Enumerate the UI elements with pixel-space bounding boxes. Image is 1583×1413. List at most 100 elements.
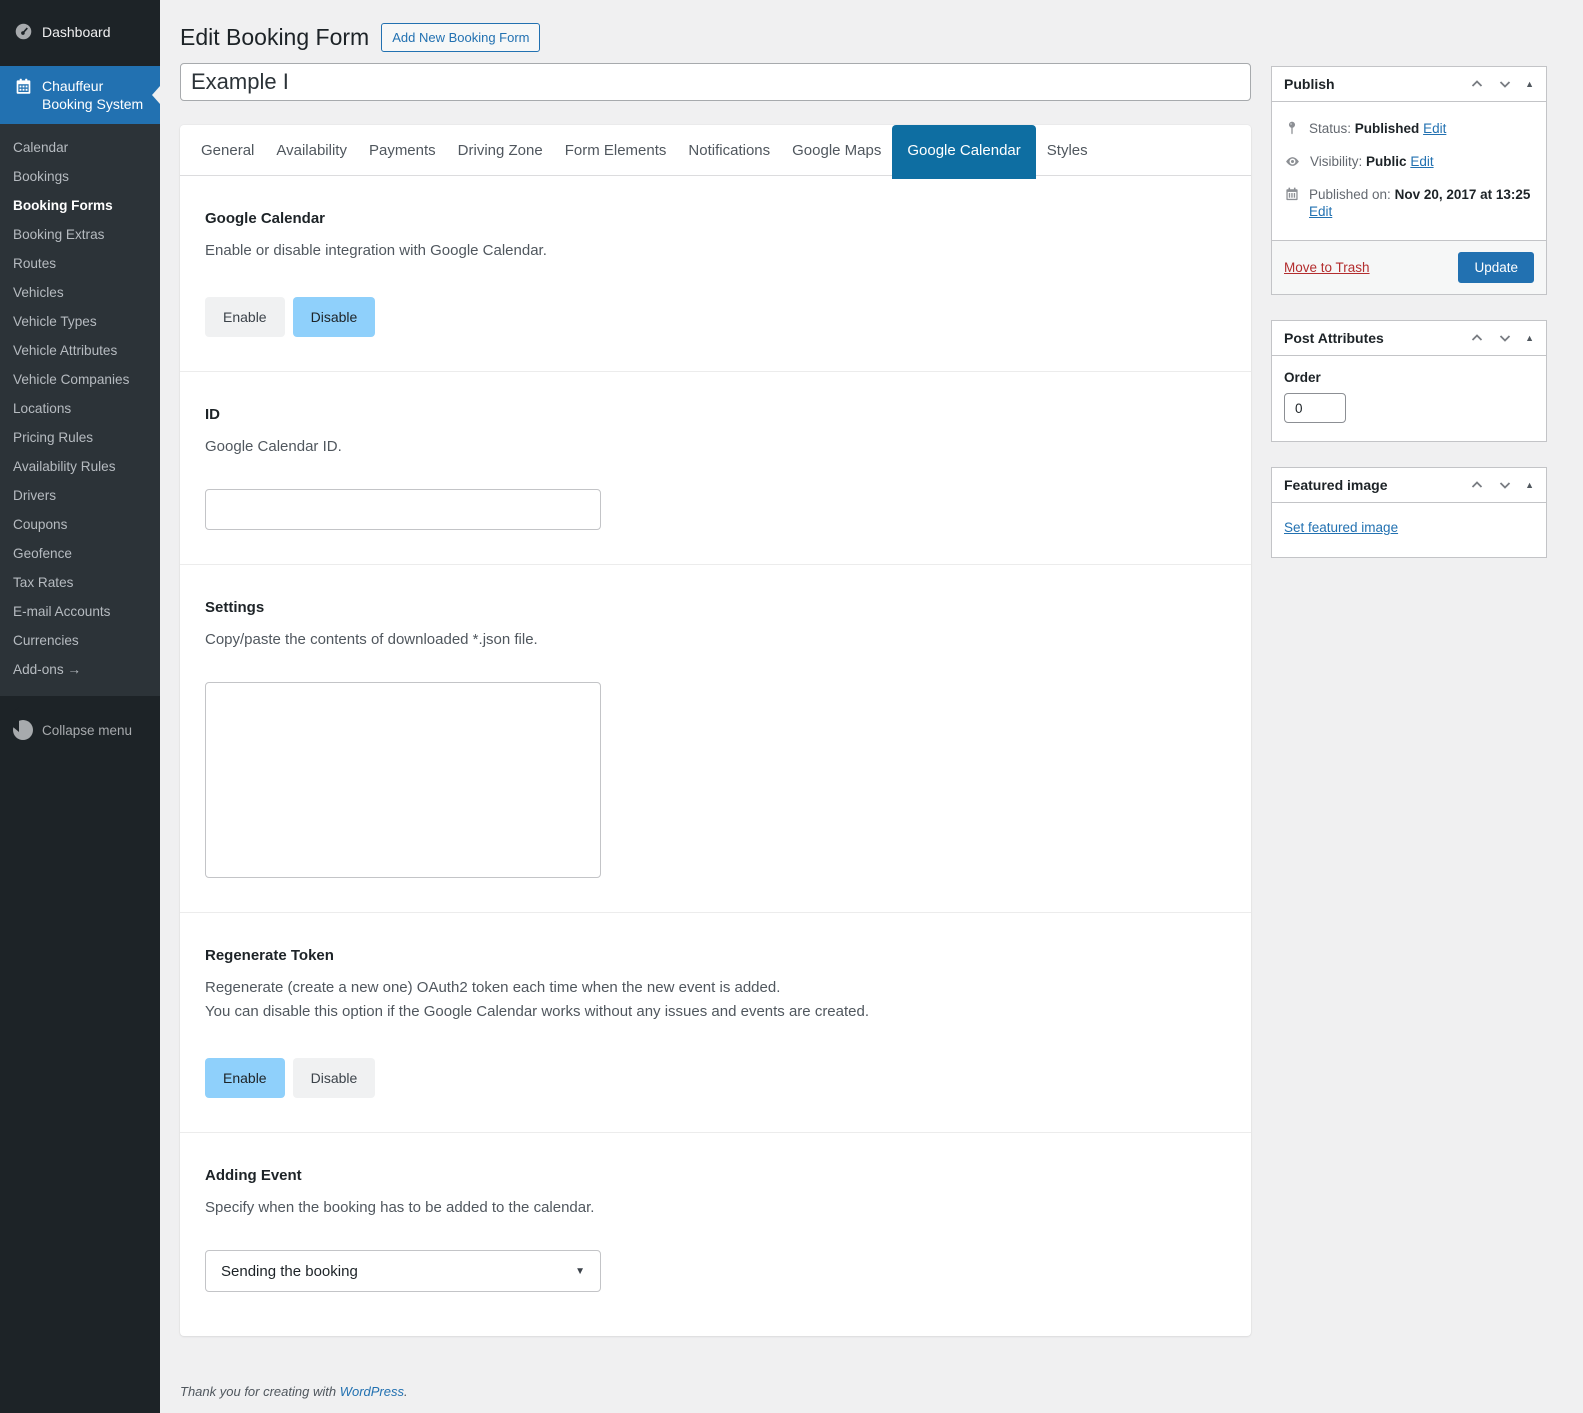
sidebar-item-locations[interactable]: Locations xyxy=(0,394,160,423)
adding-event-selected-value: Sending the booking xyxy=(221,1262,358,1280)
sidebar-item-booking-extras[interactable]: Booking Extras xyxy=(0,220,160,249)
tab-notifications[interactable]: Notifications xyxy=(677,125,781,175)
tab-payments[interactable]: Payments xyxy=(358,125,447,175)
plugin-submenu: Calendar Bookings Booking Forms Booking … xyxy=(0,124,160,696)
section-description: Google Calendar ID. xyxy=(205,438,342,455)
set-featured-image-link[interactable]: Set featured image xyxy=(1284,520,1398,535)
sidebar-item-geofence[interactable]: Geofence xyxy=(0,539,160,568)
sidebar-item-drivers[interactable]: Drivers xyxy=(0,481,160,510)
section-regenerate-token: Regenerate Token Regenerate (create a ne… xyxy=(180,913,1251,1133)
regenerate-token-enable-button[interactable]: Enable xyxy=(205,1058,285,1098)
sidebar-item-availability-rules[interactable]: Availability Rules xyxy=(0,452,160,481)
order-input[interactable] xyxy=(1284,393,1346,423)
booking-form-panel: General Availability Payments Driving Zo… xyxy=(180,125,1251,1336)
sidebar-item-dashboard[interactable]: Dashboard xyxy=(0,8,160,54)
sidebar-item-add-ons[interactable]: Add-ons → xyxy=(0,655,160,684)
calendar-small-icon xyxy=(1284,186,1300,202)
regenerate-token-disable-button[interactable]: Disable xyxy=(292,1058,376,1098)
sidebar-item-tax-rates[interactable]: Tax Rates xyxy=(0,568,160,597)
booking-form-title-input[interactable] xyxy=(180,63,1251,101)
section-heading: Settings xyxy=(205,599,265,616)
sidebar-item-vehicle-types[interactable]: Vehicle Types xyxy=(0,307,160,336)
tab-google-maps[interactable]: Google Maps xyxy=(781,125,892,175)
box-title: Featured image xyxy=(1284,477,1388,493)
sidebar-item-vehicle-attributes[interactable]: Vehicle Attributes xyxy=(0,336,160,365)
page-header: Edit Booking Form Add New Booking Form xyxy=(180,16,1251,58)
pin-icon xyxy=(1284,120,1300,136)
page-title: Edit Booking Form xyxy=(180,23,370,50)
move-down-icon[interactable] xyxy=(1497,330,1513,346)
sidebar-item-coupons[interactable]: Coupons xyxy=(0,510,160,539)
sidebar-item-routes[interactable]: Routes xyxy=(0,249,160,278)
tab-styles[interactable]: Styles xyxy=(1036,125,1099,175)
visibility-row: Visibility: Public Edit xyxy=(1272,145,1546,178)
published-on-value: Nov 20, 2017 at 13:25 xyxy=(1394,187,1531,202)
publish-box: Publish ▲ Status: Published Edit Visibil… xyxy=(1271,66,1547,295)
tab-google-calendar[interactable]: Google Calendar xyxy=(892,125,1036,179)
plugin-name-line1: Chauffeur xyxy=(42,78,104,94)
status-value: Published xyxy=(1354,121,1420,136)
order-label: Order xyxy=(1284,370,1321,385)
section-description: Enable or disable integration with Googl… xyxy=(205,242,547,259)
google-calendar-enable-button[interactable]: Enable xyxy=(205,297,285,337)
footer-credit: Thank you for creating with WordPress. xyxy=(180,1384,1251,1413)
published-on-row: Published on: Nov 20, 2017 at 13:25 Edit xyxy=(1272,178,1546,228)
collapse-menu-label: Collapse menu xyxy=(42,722,133,738)
edit-visibility-link[interactable]: Edit xyxy=(1410,154,1433,169)
edit-published-on-link[interactable]: Edit xyxy=(1309,204,1332,219)
sidebar-item-calendar[interactable]: Calendar xyxy=(0,133,160,162)
post-attributes-box: Post Attributes ▲ Order xyxy=(1271,320,1547,442)
adding-event-select[interactable]: Sending the booking ▼ xyxy=(205,1250,601,1292)
wordpress-link[interactable]: WordPress xyxy=(340,1384,404,1399)
plugin-name-line2: Booking System xyxy=(42,96,144,112)
move-down-icon[interactable] xyxy=(1497,477,1513,493)
editor-side-column: Publish ▲ Status: Published Edit Visibil… xyxy=(1271,66,1547,1413)
featured-image-box: Featured image ▲ Set featured image xyxy=(1271,467,1547,558)
move-up-icon[interactable] xyxy=(1469,76,1485,92)
sidebar-item-bookings[interactable]: Bookings xyxy=(0,162,160,191)
move-up-icon[interactable] xyxy=(1469,477,1485,493)
sidebar-item-vehicle-companies[interactable]: Vehicle Companies xyxy=(0,365,160,394)
move-up-icon[interactable] xyxy=(1469,330,1485,346)
move-down-icon[interactable] xyxy=(1497,76,1513,92)
google-calendar-disable-button[interactable]: Disable xyxy=(292,297,376,337)
section-heading: Adding Event xyxy=(205,1167,302,1184)
visibility-value: Public xyxy=(1366,154,1407,169)
featured-image-body: Set featured image xyxy=(1272,503,1546,557)
sidebar-item-pricing-rules[interactable]: Pricing Rules xyxy=(0,423,160,452)
add-new-booking-form-button[interactable]: Add New Booking Form xyxy=(381,22,541,52)
publish-box-actions: Move to Trash Update xyxy=(1272,240,1546,294)
admin-content: Edit Booking Form Add New Booking Form G… xyxy=(160,0,1583,1413)
update-button[interactable]: Update xyxy=(1458,252,1534,283)
section-google-calendar: Google Calendar Enable or disable integr… xyxy=(180,176,1251,372)
status-row: Status: Published Edit xyxy=(1272,112,1546,145)
sidebar-item-email-accounts[interactable]: E-mail Accounts xyxy=(0,597,160,626)
sidebar-item-chauffeur-booking-system[interactable]: Chauffeur Booking System xyxy=(0,66,160,124)
publish-box-body: Status: Published Edit Visibility: Publi… xyxy=(1272,102,1546,240)
publish-box-header: Publish ▲ xyxy=(1272,67,1546,102)
featured-image-box-header: Featured image ▲ xyxy=(1272,468,1546,503)
tab-bar: General Availability Payments Driving Zo… xyxy=(180,125,1251,179)
sidebar-item-currencies[interactable]: Currencies xyxy=(0,626,160,655)
post-attributes-body: Order xyxy=(1272,356,1546,441)
sidebar-item-label: Dashboard xyxy=(42,23,111,40)
move-to-trash-link[interactable]: Move to Trash xyxy=(1284,260,1370,275)
google-calendar-id-input[interactable] xyxy=(205,489,601,530)
section-description-line1: Regenerate (create a new one) OAuth2 tok… xyxy=(205,979,781,996)
section-heading: Google Calendar xyxy=(205,210,326,227)
section-id: ID Google Calendar ID. xyxy=(180,372,1251,565)
published-on-label: Published on: xyxy=(1309,187,1391,202)
sidebar-item-vehicles[interactable]: Vehicles xyxy=(0,278,160,307)
tab-availability[interactable]: Availability xyxy=(265,125,358,175)
admin-sidebar: Dashboard Chauffeur Booking System Calen… xyxy=(0,0,160,1413)
collapse-menu-button[interactable]: Collapse menu xyxy=(0,708,160,752)
edit-status-link[interactable]: Edit xyxy=(1423,121,1446,136)
visibility-label: Visibility: xyxy=(1310,154,1363,169)
tab-driving-zone[interactable]: Driving Zone xyxy=(447,125,554,175)
tab-general[interactable]: General xyxy=(190,125,265,175)
box-title: Post Attributes xyxy=(1284,330,1384,346)
section-adding-event: Adding Event Specify when the booking ha… xyxy=(180,1133,1251,1336)
tab-form-elements[interactable]: Form Elements xyxy=(554,125,678,175)
sidebar-item-booking-forms[interactable]: Booking Forms xyxy=(0,191,160,220)
settings-json-textarea[interactable] xyxy=(205,682,601,878)
